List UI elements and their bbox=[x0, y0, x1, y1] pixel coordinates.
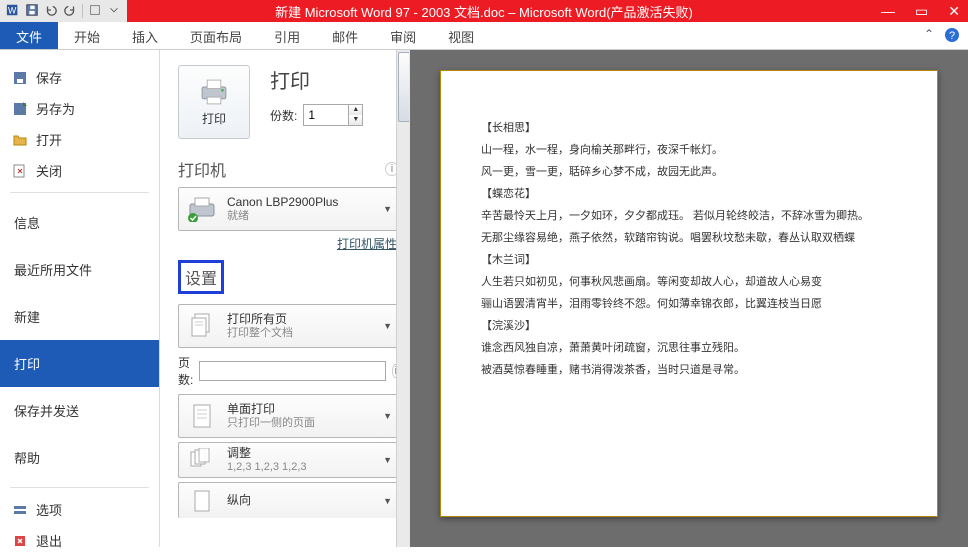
close-icon[interactable]: ✕ bbox=[948, 3, 960, 20]
chevron-down-icon: ▼ bbox=[383, 204, 392, 214]
printer-heading: 打印机 bbox=[178, 157, 226, 181]
spin-down-icon[interactable]: ▼ bbox=[348, 115, 362, 125]
ribbon-collapse-icon[interactable]: ⌃ bbox=[924, 27, 934, 46]
scrollbar[interactable] bbox=[396, 50, 410, 547]
poem-block: 【木兰词】 人生若只如初见，何事秋风悲画扇。等闲变却故人心，却道故人心易变 骊山… bbox=[481, 251, 897, 311]
nav-new[interactable]: 新建 bbox=[0, 293, 159, 340]
maximize-icon[interactable]: ▭ bbox=[915, 3, 928, 20]
title-bar: W 新建 Microsoft Word 97 - 2003 文档.doc – M… bbox=[0, 0, 968, 22]
chevron-down-icon: ▼ bbox=[383, 455, 392, 465]
nav-close[interactable]: 关闭 bbox=[0, 155, 159, 186]
poem-block: 【长相思】 山一程，水一程，身向榆关那畔行，夜深千帐灯。 风一更，雪一更，聒碎乡… bbox=[481, 119, 897, 179]
undo-icon[interactable] bbox=[44, 3, 58, 20]
quick-access-toolbar: W bbox=[0, 0, 127, 22]
tab-insert[interactable]: 插入 bbox=[116, 22, 174, 49]
nav-save[interactable]: 保存 bbox=[0, 62, 159, 93]
poem-block: 【蝶恋花】 辛苦最怜天上月，一夕如环，夕夕都成珏。 若似月轮终皎洁，不辞冰雪为卿… bbox=[481, 185, 897, 245]
help-icon[interactable]: ? bbox=[944, 27, 960, 46]
preview-page: 【长相思】 山一程，水一程，身向榆关那畔行，夜深千帐灯。 风一更，雪一更，聒碎乡… bbox=[440, 70, 938, 517]
backstage: 保存 另存为 打开 关闭 信息 最近所用文件 新建 打印 保存并发送 帮助 选项… bbox=[0, 50, 968, 547]
nav-saveas[interactable]: 另存为 bbox=[0, 93, 159, 124]
orientation-combo[interactable]: 纵向 ▼ bbox=[178, 482, 399, 518]
printer-combo[interactable]: Canon LBP2900Plus就绪 ▼ bbox=[178, 187, 399, 231]
single-side-icon bbox=[185, 402, 219, 430]
tab-review[interactable]: 审阅 bbox=[374, 22, 432, 49]
nav-print[interactable]: 打印 bbox=[0, 340, 159, 387]
spin-up-icon[interactable]: ▲ bbox=[348, 105, 362, 115]
qat-dropdown-icon[interactable] bbox=[107, 3, 121, 20]
portrait-icon bbox=[185, 489, 219, 513]
tab-view[interactable]: 视图 bbox=[432, 22, 490, 49]
print-button-label: 打印 bbox=[202, 110, 226, 127]
printer-properties-link[interactable]: 打印机属性 bbox=[178, 235, 397, 252]
print-panel: 打印 打印 份数: ▲▼ 打印机i Canon LBP2900Plus就绪 ▼ … bbox=[160, 50, 410, 547]
printer-name: Canon LBP2900Plus bbox=[227, 195, 375, 209]
pages-input[interactable] bbox=[199, 361, 386, 381]
nav-help[interactable]: 帮助 bbox=[0, 434, 159, 481]
nav-send[interactable]: 保存并发送 bbox=[0, 387, 159, 434]
print-heading: 打印 bbox=[270, 65, 363, 94]
tab-references[interactable]: 引用 bbox=[258, 22, 316, 49]
tab-home[interactable]: 开始 bbox=[58, 22, 116, 49]
minimize-icon[interactable]: — bbox=[881, 3, 895, 20]
copies-spinner[interactable]: ▲▼ bbox=[303, 104, 363, 126]
copies-label: 份数: bbox=[270, 107, 297, 124]
nav-recent[interactable]: 最近所用文件 bbox=[0, 246, 159, 293]
collate-icon bbox=[185, 448, 219, 472]
chevron-down-icon: ▼ bbox=[383, 321, 392, 331]
chevron-down-icon: ▼ bbox=[383, 411, 392, 421]
poem-block: 【浣溪沙】 谁念西风独自凉，萧萧黄叶闭疏窗，沉思往事立残阳。 被酒莫惊春睡重，赌… bbox=[481, 317, 897, 377]
chevron-down-icon: ▼ bbox=[383, 496, 392, 506]
settings-heading: 设置 bbox=[178, 260, 224, 294]
duplex-combo[interactable]: 单面打印只打印一侧的页面 ▼ bbox=[178, 394, 399, 438]
tab-file[interactable]: 文件 bbox=[0, 22, 58, 49]
window-title: 新建 Microsoft Word 97 - 2003 文档.doc – Mic… bbox=[0, 2, 968, 21]
pages-label: 页数: bbox=[178, 354, 193, 388]
nav-options[interactable]: 选项 bbox=[0, 494, 159, 525]
save-icon[interactable] bbox=[25, 3, 39, 20]
backstage-nav: 保存 另存为 打开 关闭 信息 最近所用文件 新建 打印 保存并发送 帮助 选项… bbox=[0, 50, 160, 547]
word-app-icon: W bbox=[6, 3, 20, 20]
nav-exit[interactable]: 退出 bbox=[0, 525, 159, 556]
nav-open[interactable]: 打开 bbox=[0, 124, 159, 155]
ribbon: 文件 开始 插入 页面布局 引用 邮件 审阅 视图 ⌃ ? bbox=[0, 22, 968, 50]
print-preview: 【长相思】 山一程，水一程，身向榆关那畔行，夜深千帐灯。 风一更，雪一更，聒碎乡… bbox=[410, 50, 968, 547]
tab-mail[interactable]: 邮件 bbox=[316, 22, 374, 49]
svg-text:W: W bbox=[8, 5, 17, 15]
svg-text:?: ? bbox=[949, 30, 955, 42]
window-controls: — ▭ ✕ bbox=[881, 3, 960, 20]
redo-icon[interactable] bbox=[63, 3, 77, 20]
copies-input[interactable] bbox=[304, 105, 348, 125]
nav-info[interactable]: 信息 bbox=[0, 199, 159, 246]
pages-icon bbox=[185, 312, 219, 340]
printer-status: 就绪 bbox=[227, 210, 375, 223]
collate-combo[interactable]: 调整1,2,3 1,2,3 1,2,3 ▼ bbox=[178, 442, 399, 478]
qat-more-icon[interactable] bbox=[88, 3, 102, 20]
print-button[interactable]: 打印 bbox=[178, 65, 250, 139]
printer-icon bbox=[185, 196, 219, 222]
tab-layout[interactable]: 页面布局 bbox=[174, 22, 258, 49]
print-range-combo[interactable]: 打印所有页打印整个文档 ▼ bbox=[178, 304, 399, 348]
